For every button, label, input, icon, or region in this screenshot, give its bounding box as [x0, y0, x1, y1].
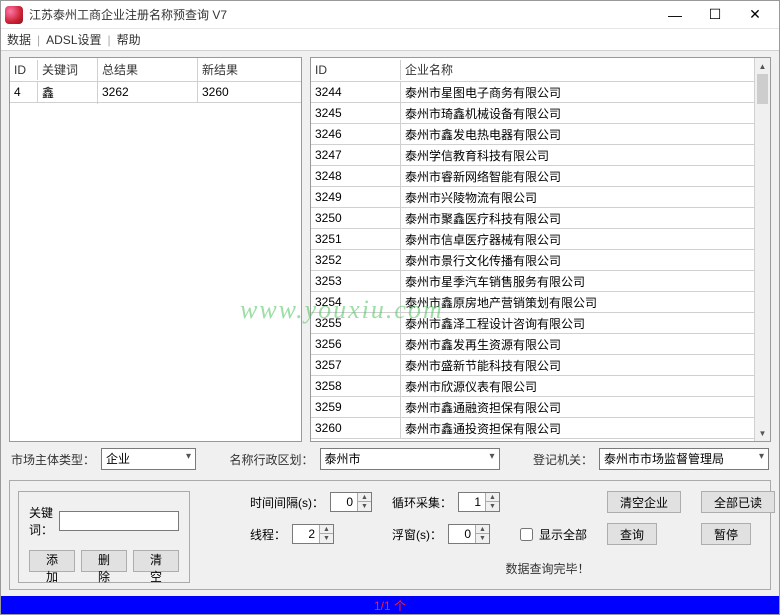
region-label: 名称行政区划： — [229, 451, 313, 468]
interval-spinner[interactable]: ▲▼ — [330, 492, 372, 512]
spinner-down-icon[interactable]: ▼ — [357, 502, 371, 511]
loop-label: 循环采集： — [392, 494, 452, 511]
maximize-button[interactable]: ☐ — [695, 3, 735, 27]
table-row[interactable]: 3248泰州市睿新网络智能有限公司 — [311, 166, 754, 187]
keyword-label: 关键词： — [29, 504, 53, 538]
keywords-table: ID 关键词 总结果 新结果 4鑫32623260 — [9, 57, 302, 442]
loop-spinner[interactable]: ▲▼ — [458, 492, 500, 512]
reg-label: 登记机关： — [533, 451, 593, 468]
control-panel: 时间间隔(s)： ▲▼ 循环采集： ▲▼ 清空企业 全部已读 线程： ▲▼ 浮窗… — [250, 491, 780, 583]
table-row[interactable]: 3260泰州市鑫通投资担保有限公司 — [311, 418, 754, 439]
spinner-up-icon[interactable]: ▲ — [475, 525, 489, 534]
keyword-input[interactable] — [59, 511, 179, 531]
spinner-down-icon[interactable]: ▼ — [475, 534, 489, 543]
type-select[interactable]: 企业 — [101, 448, 196, 470]
interval-label: 时间间隔(s)： — [250, 494, 324, 511]
all-read-button[interactable]: 全部已读 — [701, 491, 775, 513]
minimize-button[interactable]: — — [655, 3, 695, 27]
table-row[interactable]: 3250泰州市聚鑫医疗科技有限公司 — [311, 208, 754, 229]
titlebar: 江苏泰州工商企业注册名称预查询 V7 — ☐ ✕ — [1, 1, 779, 29]
table-row[interactable]: 3251泰州市信卓医疗器械有限公司 — [311, 229, 754, 250]
pause-button[interactable]: 暂停 — [701, 523, 751, 545]
menu-adsl[interactable]: ADSL设置 — [46, 31, 101, 48]
col-new[interactable]: 新结果 — [198, 58, 301, 81]
close-button[interactable]: ✕ — [735, 3, 775, 27]
vertical-scrollbar[interactable]: ▲ ▼ — [754, 58, 770, 441]
footer-bar: 1/1 个 — [1, 596, 779, 614]
thread-spinner[interactable]: ▲▼ — [292, 524, 334, 544]
scroll-down-icon[interactable]: ▼ — [755, 425, 770, 441]
table-row[interactable]: 3252泰州市景行文化传播有限公司 — [311, 250, 754, 271]
menu-separator: | — [108, 33, 111, 47]
add-button[interactable]: 添加 — [29, 550, 75, 572]
table-row[interactable]: 3244泰州市星图电子商务有限公司 — [311, 82, 754, 103]
spinner-down-icon[interactable]: ▼ — [319, 534, 333, 543]
table-row[interactable]: 3245泰州市琦鑫机械设备有限公司 — [311, 103, 754, 124]
col-keyword[interactable]: 关键词 — [38, 58, 98, 81]
table-row[interactable]: 3255泰州市鑫泽工程设计咨询有限公司 — [311, 313, 754, 334]
region-select[interactable]: 泰州市 — [320, 448, 500, 470]
show-all-label[interactable]: 显示全部 — [539, 526, 587, 543]
results-body: 3244泰州市星图电子商务有限公司3245泰州市琦鑫机械设备有限公司3246泰州… — [311, 82, 754, 439]
table-row[interactable]: 3247泰州学信教育科技有限公司 — [311, 145, 754, 166]
menubar: 数据 | ADSL设置 | 帮助 — [1, 29, 779, 51]
float-label: 浮窗(s)： — [392, 526, 442, 543]
thread-label: 线程： — [250, 526, 286, 543]
menu-data[interactable]: 数据 — [7, 31, 31, 48]
col-id[interactable]: ID — [311, 60, 401, 80]
table-row[interactable]: 3253泰州市星季汽车销售服务有限公司 — [311, 271, 754, 292]
results-table: ID 企业名称 3244泰州市星图电子商务有限公司3245泰州市琦鑫机械设备有限… — [310, 57, 771, 442]
results-header: ID 企业名称 — [311, 58, 754, 82]
app-icon — [5, 6, 23, 24]
show-all-checkbox[interactable] — [520, 528, 533, 541]
window-title: 江苏泰州工商企业注册名称预查询 V7 — [29, 6, 655, 23]
keyword-box: 关键词： 添加 删除 清空 — [18, 491, 190, 583]
spinner-down-icon[interactable]: ▼ — [485, 502, 499, 511]
clear-enterprise-button[interactable]: 清空企业 — [607, 491, 681, 513]
table-row[interactable]: 3246泰州市鑫发电热电器有限公司 — [311, 124, 754, 145]
filter-row: 市场主体类型： 企业 名称行政区划： 泰州市 登记机关： 泰州市市场监督管理局 — [1, 442, 779, 476]
reg-select[interactable]: 泰州市市场监督管理局 — [599, 448, 769, 470]
spinner-up-icon[interactable]: ▲ — [319, 525, 333, 534]
workarea: ID 关键词 总结果 新结果 4鑫32623260 ID 企业名称 3244泰州… — [1, 51, 779, 442]
window-controls: — ☐ ✕ — [655, 3, 775, 27]
table-row[interactable]: 3258泰州市欣源仪表有限公司 — [311, 376, 754, 397]
clear-button[interactable]: 清空 — [133, 550, 179, 572]
col-id[interactable]: ID — [10, 60, 38, 80]
col-company-name[interactable]: 企业名称 — [401, 58, 754, 81]
scroll-up-icon[interactable]: ▲ — [755, 58, 770, 74]
bottom-panel: 关键词： 添加 删除 清空 时间间隔(s)： ▲▼ 循环采集： ▲▼ 清空企业 … — [9, 480, 771, 590]
scroll-thumb[interactable] — [757, 74, 768, 104]
table-row[interactable]: 3249泰州市兴陵物流有限公司 — [311, 187, 754, 208]
table-row[interactable]: 3257泰州市盛新节能科技有限公司 — [311, 355, 754, 376]
float-spinner[interactable]: ▲▼ — [448, 524, 490, 544]
table-row[interactable]: 3254泰州市鑫原房地产营销策划有限公司 — [311, 292, 754, 313]
type-label: 市场主体类型： — [11, 451, 95, 468]
table-row[interactable]: 3256泰州市鑫发再生资源有限公司 — [311, 334, 754, 355]
spinner-up-icon[interactable]: ▲ — [357, 493, 371, 502]
menu-help[interactable]: 帮助 — [117, 31, 141, 48]
menu-separator: | — [37, 33, 40, 47]
table-row[interactable]: 3259泰州市鑫通融资担保有限公司 — [311, 397, 754, 418]
col-total[interactable]: 总结果 — [98, 58, 198, 81]
delete-button[interactable]: 删除 — [81, 550, 127, 572]
query-button[interactable]: 查询 — [607, 523, 657, 545]
table-row[interactable]: 4鑫32623260 — [10, 82, 301, 103]
keywords-body: 4鑫32623260 — [10, 82, 301, 441]
keywords-header: ID 关键词 总结果 新结果 — [10, 58, 301, 82]
spinner-up-icon[interactable]: ▲ — [485, 493, 499, 502]
status-text: 数据查询完毕！ — [250, 552, 780, 577]
